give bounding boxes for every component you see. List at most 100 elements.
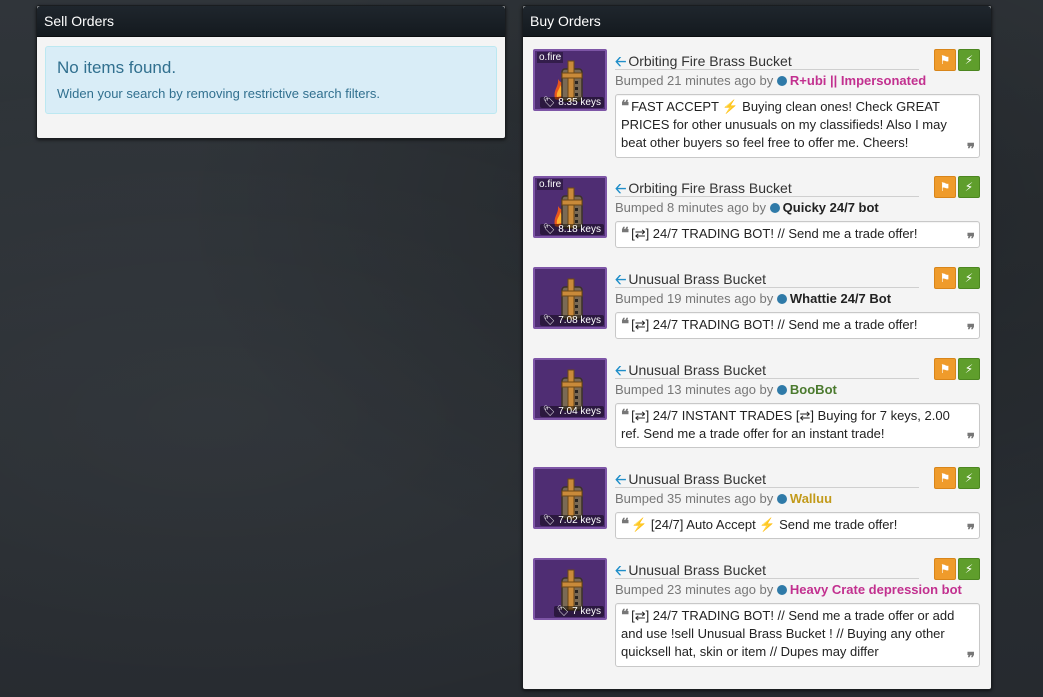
quote-open-icon: ❝ bbox=[621, 407, 630, 424]
flag-button[interactable]: ⚑ bbox=[934, 49, 956, 71]
item-name[interactable]: Unusual Brass Bucket bbox=[628, 362, 766, 378]
item-thumbnail[interactable]: o.fire 🏷︎ 8.35 keys bbox=[533, 49, 607, 111]
flag-icon: ⚑ bbox=[939, 471, 951, 485]
listing-message: ❝ [⇄] 24/7 TRADING BOT! // Send me a trad… bbox=[615, 221, 980, 248]
user-link[interactable]: Whattie 24/7 Bot bbox=[790, 291, 891, 306]
message-text: [⇄] 24/7 TRADING BOT! // Send me a trade… bbox=[621, 608, 955, 659]
no-items-heading: No items found. bbox=[57, 58, 177, 77]
bump-time: Bumped 35 minutes ago by bbox=[615, 491, 774, 506]
flag-icon: ⚑ bbox=[939, 53, 951, 67]
price-value: 7.08 keys bbox=[558, 315, 601, 326]
lightning-icon: ⚡︎ bbox=[964, 53, 974, 67]
bump-time: Bumped 19 minutes ago by bbox=[615, 291, 774, 306]
lightning-icon: ⚡︎ bbox=[964, 180, 974, 194]
item-title[interactable]: 🡠 Unusual Brass Bucket bbox=[615, 360, 766, 384]
flag-icon: ⚑ bbox=[939, 362, 951, 376]
user-link[interactable]: Walluu bbox=[790, 491, 832, 506]
online-status-icon bbox=[776, 385, 787, 395]
listing-item: 🏷︎ 7.02 keys 🡠 Unusual Brass Bucket ⚑ ⚡︎ Bump… bbox=[533, 467, 983, 541]
flag-button[interactable]: ⚑ bbox=[934, 467, 956, 489]
instant-trade-button[interactable]: ⚡︎ bbox=[958, 49, 980, 71]
message-text: FAST ACCEPT ⚡ Buying clean ones! Check G… bbox=[621, 99, 947, 150]
sell-orders-title: Sell Orders bbox=[37, 6, 505, 37]
price-tag: 🏷︎ 7.04 keys bbox=[539, 406, 604, 417]
item-name[interactable]: Unusual Brass Bucket bbox=[628, 562, 766, 578]
flag-button[interactable]: ⚑ bbox=[934, 358, 956, 380]
item-thumbnail[interactable]: 🏷︎ 7 keys bbox=[533, 558, 607, 620]
price-tag: 🏷︎ 7.08 keys bbox=[539, 315, 604, 326]
bump-info: Bumped 23 minutes ago by Heavy Crate dep… bbox=[615, 582, 962, 597]
listing-item: o.fire 🏷︎ 8.35 keys 🡠 Orbiting Fire Brass B… bbox=[533, 49, 983, 160]
listing-message: ❝ FAST ACCEPT ⚡ Buying clean ones! Check … bbox=[615, 94, 980, 158]
item-title[interactable]: 🡠 Unusual Brass Bucket bbox=[615, 469, 766, 493]
flag-button[interactable]: ⚑ bbox=[934, 267, 956, 289]
quote-open-icon: ❝ bbox=[621, 225, 630, 242]
price-tag: 🏷︎ 8.35 keys bbox=[539, 97, 604, 108]
quote-close-icon: ❞ bbox=[966, 650, 975, 667]
listing-item: o.fire 🏷︎ 8.18 keys 🡠 Orbiting Fire Brass B… bbox=[533, 176, 983, 250]
online-status-icon bbox=[776, 585, 787, 595]
lightning-icon: ⚡︎ bbox=[964, 362, 974, 376]
instant-trade-button[interactable]: ⚡︎ bbox=[958, 267, 980, 289]
online-status-icon bbox=[776, 294, 787, 304]
bump-info: Bumped 8 minutes ago by Quicky 24/7 bot bbox=[615, 200, 879, 215]
item-name[interactable]: Orbiting Fire Brass Bucket bbox=[628, 180, 791, 196]
user-link[interactable]: R+ubi bbox=[790, 73, 826, 88]
instant-trade-button[interactable]: ⚡︎ bbox=[958, 558, 980, 580]
flag-button[interactable]: ⚑ bbox=[934, 176, 956, 198]
user-status: || Impersonated bbox=[830, 73, 927, 88]
online-status-icon bbox=[776, 494, 787, 504]
quote-close-icon: ❞ bbox=[966, 141, 975, 158]
title-divider bbox=[615, 578, 919, 579]
item-thumbnail[interactable]: 🏷︎ 7.02 keys bbox=[533, 467, 607, 529]
online-status-icon bbox=[776, 76, 787, 86]
quote-open-icon: ❝ bbox=[621, 516, 630, 533]
instant-trade-button[interactable]: ⚡︎ bbox=[958, 358, 980, 380]
item-name[interactable]: Orbiting Fire Brass Bucket bbox=[628, 53, 791, 69]
bump-info: Bumped 35 minutes ago by Walluu bbox=[615, 491, 832, 506]
listing-message: ❝ [⇄] 24/7 TRADING BOT! // Send me a trad… bbox=[615, 312, 980, 339]
effect-label: o.fire bbox=[537, 179, 564, 190]
no-items-hint: Widen your search by removing restrictiv… bbox=[57, 86, 380, 101]
instant-trade-button[interactable]: ⚡︎ bbox=[958, 176, 980, 198]
user-link[interactable]: BooBot bbox=[790, 382, 837, 397]
item-title[interactable]: 🡠 Orbiting Fire Brass Bucket bbox=[615, 51, 792, 75]
item-title[interactable]: 🡠 Unusual Brass Bucket bbox=[615, 560, 766, 584]
quote-open-icon: ❝ bbox=[621, 607, 630, 624]
tag-icon: 🏷︎ bbox=[542, 315, 556, 326]
quote-close-icon: ❞ bbox=[966, 231, 975, 248]
item-thumbnail[interactable]: o.fire 🏷︎ 8.18 keys bbox=[533, 176, 607, 238]
flag-icon: ⚑ bbox=[939, 180, 951, 194]
tag-icon: 🏷︎ bbox=[542, 406, 556, 417]
online-status-icon bbox=[769, 203, 780, 213]
title-divider bbox=[615, 487, 919, 488]
price-value: 7 keys bbox=[572, 606, 601, 617]
flag-button[interactable]: ⚑ bbox=[934, 558, 956, 580]
title-divider bbox=[615, 196, 919, 197]
tag-icon: 🏷︎ bbox=[542, 515, 556, 526]
price-tag: 🏷︎ 7 keys bbox=[553, 606, 604, 617]
arrow-left-icon: 🡠 bbox=[615, 180, 627, 196]
bump-info: Bumped 19 minutes ago by Whattie 24/7 Bo… bbox=[615, 291, 891, 306]
bump-info: Bumped 21 minutes ago by R+ubi || Impers… bbox=[615, 73, 926, 88]
user-link[interactable]: Quicky 24/7 bot bbox=[783, 200, 879, 215]
item-title[interactable]: 🡠 Orbiting Fire Brass Bucket bbox=[615, 178, 792, 202]
price-value: 8.18 keys bbox=[558, 224, 601, 235]
lightning-icon: ⚡︎ bbox=[964, 471, 974, 485]
arrow-left-icon: 🡠 bbox=[615, 562, 627, 578]
message-text: ⚡ [24/7] Auto Accept ⚡ Send me trade off… bbox=[631, 517, 898, 532]
arrow-left-icon: 🡠 bbox=[615, 471, 627, 487]
arrow-left-icon: 🡠 bbox=[615, 271, 627, 287]
instant-trade-button[interactable]: ⚡︎ bbox=[958, 467, 980, 489]
item-name[interactable]: Unusual Brass Bucket bbox=[628, 271, 766, 287]
item-thumbnail[interactable]: 🏷︎ 7.04 keys bbox=[533, 358, 607, 420]
bump-info: Bumped 13 minutes ago by BooBot bbox=[615, 382, 837, 397]
listing-message: ❝ [⇄] 24/7 INSTANT TRADES [⇄] Buying for … bbox=[615, 403, 980, 448]
item-thumbnail[interactable]: 🏷︎ 7.08 keys bbox=[533, 267, 607, 329]
item-title[interactable]: 🡠 Unusual Brass Bucket bbox=[615, 269, 766, 293]
tag-icon: 🏷︎ bbox=[542, 224, 556, 235]
effect-label: o.fire bbox=[537, 52, 564, 63]
item-name[interactable]: Unusual Brass Bucket bbox=[628, 471, 766, 487]
price-value: 7.04 keys bbox=[558, 406, 601, 417]
user-link[interactable]: Heavy Crate depression bot bbox=[790, 582, 962, 597]
